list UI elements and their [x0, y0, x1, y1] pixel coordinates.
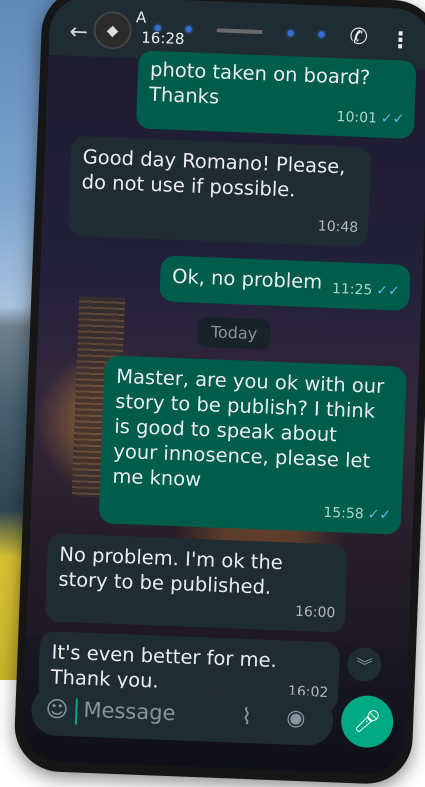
message-timestamp: 15:58 — [323, 504, 365, 523]
chat-screen: ← ◆ A 16:28 ✆ ⋮ photo taken on board? Th… — [21, 0, 425, 776]
emoji-icon[interactable]: ☺ — [45, 697, 69, 723]
message-text: Master, are you ok with our story to be … — [112, 364, 385, 492]
contact-name[interactable]: A — [136, 8, 147, 26]
message-time: 15:58 ✓✓ — [323, 501, 392, 529]
text-caret — [74, 698, 78, 725]
microphone-icon: 🎤︎ — [352, 708, 382, 735]
message-bubble-incoming[interactable]: Good day Romano! Please, do not use if p… — [67, 135, 372, 248]
message-bubble-incoming[interactable]: No problem. I'm ok the story to be publi… — [44, 533, 348, 633]
message-text: It's even better for me. Thank you. — [50, 640, 278, 693]
paperclip-icon[interactable]: ⌇ — [241, 705, 253, 730]
message-time: 16:00 — [294, 603, 336, 622]
read-ticks-icon: ✓✓ — [375, 282, 401, 300]
read-ticks-icon: ✓✓ — [367, 506, 392, 524]
message-time: 11:25 ✓✓ — [331, 277, 400, 305]
back-arrow-icon[interactable]: ← — [69, 20, 88, 46]
message-text: No problem. I'm ok the story to be publi… — [58, 542, 284, 599]
message-time: 10:01 ✓✓ — [336, 105, 405, 133]
message-timestamp: 10:01 — [336, 109, 378, 127]
message-text: photo taken on board? Thanks — [148, 57, 371, 109]
microphone-button[interactable]: 🎤︎ — [340, 694, 395, 749]
more-vert-icon[interactable]: ⋮ — [389, 28, 412, 54]
notch-light — [287, 30, 294, 37]
contact-avatar[interactable]: ◆ — [92, 10, 133, 51]
date-separator: Today — [197, 316, 271, 350]
camera-icon[interactable]: ◉ — [286, 706, 306, 732]
phone-call-icon[interactable]: ✆ — [349, 24, 368, 50]
chevron-double-down-icon[interactable]: ︾ — [346, 646, 383, 683]
message-text: Ok, no problem — [171, 264, 323, 294]
speaker-slot — [216, 28, 263, 35]
message-bubble-outgoing[interactable]: Master, are you ok with our story to be … — [98, 355, 407, 535]
message-input[interactable]: Message — [83, 698, 176, 726]
message-bubble-outgoing[interactable]: Ok, no problem 11:25 ✓✓ — [159, 255, 411, 311]
message-timestamp: 11:25 — [331, 280, 373, 299]
read-ticks-icon: ✓✓ — [380, 110, 405, 128]
message-text: Good day Romano! Please, do not use if p… — [81, 145, 346, 202]
notch-light — [154, 24, 161, 32]
message-composer[interactable]: ☺ Message ⌇ ◉ — [30, 684, 335, 747]
message-time: 10:48 — [317, 218, 359, 236]
notch-light — [318, 31, 325, 38]
phone-frame: ← ◆ A 16:28 ✆ ⋮ photo taken on board? Th… — [13, 0, 425, 786]
notch-light — [185, 26, 192, 33]
message-bubble-outgoing[interactable]: photo taken on board? Thanks 10:01 ✓✓ — [135, 50, 417, 139]
